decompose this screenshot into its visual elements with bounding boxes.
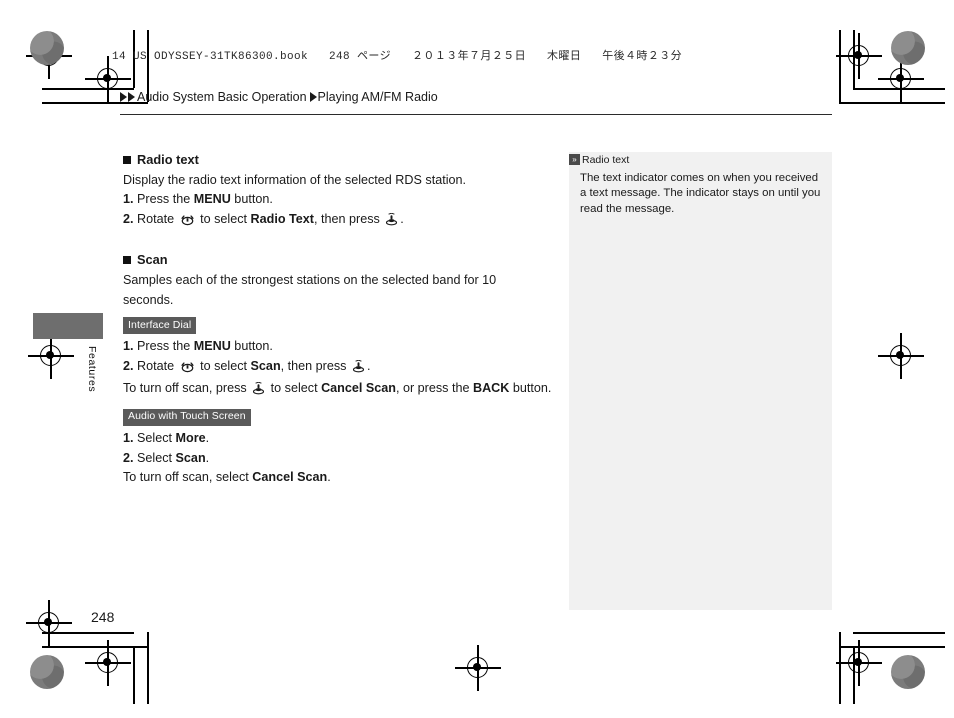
step-text-tail: button. <box>230 339 273 354</box>
halftone-circle-bottom-right <box>891 655 925 689</box>
note-bold-cancel-scan: Cancel Scan <box>321 381 396 396</box>
chevron-right-icon <box>309 92 317 102</box>
registration-mark-left-middle <box>28 333 74 379</box>
step-text: Press the <box>137 339 194 354</box>
breadcrumb-item-audio-system[interactable]: Audio System Basic Operation <box>136 90 308 104</box>
dial-rotate-icon <box>180 360 195 380</box>
step-text-tail: , then press <box>280 358 350 373</box>
step-item: 2. Rotate to select Scan, then press . <box>123 357 543 380</box>
step-text: Rotate <box>137 211 178 226</box>
side-note-panel <box>569 152 832 610</box>
registration-mark-bottom-center <box>455 645 501 691</box>
step-text: Press the <box>137 192 194 207</box>
note-text: To turn off scan, press <box>123 381 251 396</box>
step-bold-term: Scan <box>250 358 281 373</box>
cancel-scan-note-touch: To turn off scan, select Cancel Scan. <box>123 468 543 488</box>
step-text: Rotate <box>137 358 178 373</box>
section-heading-radio-text: Radio text <box>123 150 543 170</box>
note-text-mid: to select <box>267 381 322 396</box>
note-text-end: button. <box>509 381 552 396</box>
section-heading-label: Radio text <box>137 152 199 167</box>
main-content: Radio text Display the radio text inform… <box>123 150 551 488</box>
registration-mark-top-left <box>26 33 72 79</box>
step-number: 1. <box>123 339 134 354</box>
step-text-end: . <box>366 358 371 373</box>
note-bold-back: BACK <box>472 381 510 396</box>
side-note-body: The text indicator comes on when you rec… <box>580 172 821 215</box>
step-item: 1. Press the MENU button. <box>123 337 543 357</box>
dial-rotate-icon <box>180 213 195 233</box>
step-number: 2. <box>123 450 134 465</box>
cancel-scan-note-dial: To turn off scan, press to select Cancel… <box>123 379 551 402</box>
breadcrumb: Audio System Basic Operation Playing AM/… <box>120 90 439 104</box>
step-text-tail: button. <box>230 192 273 207</box>
step-text-end: . <box>400 211 404 226</box>
step-number: 2. <box>123 211 134 226</box>
step-bold-term: Scan <box>175 450 206 465</box>
tag-interface-dial: Interface Dial <box>123 317 197 335</box>
step-text-mid: to select <box>196 211 251 226</box>
step-item: 1. Select More. <box>123 429 543 449</box>
step-number: 2. <box>123 358 134 373</box>
side-note-title-label: Radio text <box>582 154 630 166</box>
step-text-tail: . <box>205 450 210 465</box>
bullet-square-icon <box>123 155 131 164</box>
step-number: 1. <box>123 430 134 445</box>
note-text-mid2: , or press the <box>395 381 473 396</box>
chapter-tab-label: Features <box>86 346 98 393</box>
halftone-circle-top-left <box>30 31 64 65</box>
section-intro-scan: Samples each of the strongest stations o… <box>123 272 497 307</box>
note-text: To turn off scan, select <box>123 470 253 485</box>
step-text-tail: . <box>205 430 210 445</box>
halftone-circle-top-right <box>891 31 925 65</box>
registration-mark-bottom-left-inner <box>85 640 131 686</box>
registration-mark-top-right <box>878 56 924 102</box>
registration-mark-bottom-left <box>26 600 72 646</box>
double-chevron-icon: » <box>569 154 580 165</box>
book-header-line: 14 US ODYSSEY-31TK86300.book 248 ページ ２０１… <box>112 51 683 63</box>
dial-press-icon <box>385 212 398 233</box>
step-text: Select <box>137 450 176 465</box>
document-page: 14 US ODYSSEY-31TK86300.book 248 ページ ２０１… <box>0 0 954 718</box>
chevron-right-icon <box>120 92 127 102</box>
step-text-mid: to select <box>196 358 251 373</box>
note-bold-cancel-scan: Cancel Scan <box>252 470 328 485</box>
header-divider <box>120 114 832 115</box>
section-intro-radio-text: Display the radio text information of th… <box>123 172 467 187</box>
bullet-square-icon <box>123 256 131 265</box>
breadcrumb-item-playing-radio[interactable]: Playing AM/FM Radio <box>317 90 439 104</box>
step-bold-term: More <box>175 430 206 445</box>
chapter-tab-marker <box>33 313 103 339</box>
tag-audio-with-touch-screen: Audio with Touch Screen <box>123 408 251 426</box>
side-note-title: » Radio text <box>569 154 629 167</box>
step-number: 1. <box>123 192 134 207</box>
step-bold-term: Radio Text <box>250 211 314 226</box>
halftone-circle-bottom-left <box>30 655 64 689</box>
chevron-right-icon <box>128 92 135 102</box>
step-text: Select <box>137 430 176 445</box>
step-bold-term: MENU <box>193 192 231 207</box>
section-heading-label: Scan <box>137 252 168 268</box>
dial-press-icon <box>352 359 365 380</box>
step-item: 2. Rotate to select Radio Text, then pre… <box>123 210 543 233</box>
section-heading-scan: Scan <box>123 250 543 270</box>
page-number: 248 <box>91 609 115 625</box>
step-item: 2. Select Scan. <box>123 449 543 469</box>
registration-mark-top-right-inner <box>836 33 882 79</box>
step-bold-term: MENU <box>193 339 231 354</box>
note-text-end: . <box>327 470 331 485</box>
step-item: 1. Press the MENU button. <box>123 190 543 210</box>
step-text-tail: , then press <box>313 211 384 226</box>
registration-mark-right-middle <box>878 333 924 379</box>
registration-mark-bottom-right-inner <box>836 640 882 686</box>
dial-press-icon <box>252 382 265 402</box>
